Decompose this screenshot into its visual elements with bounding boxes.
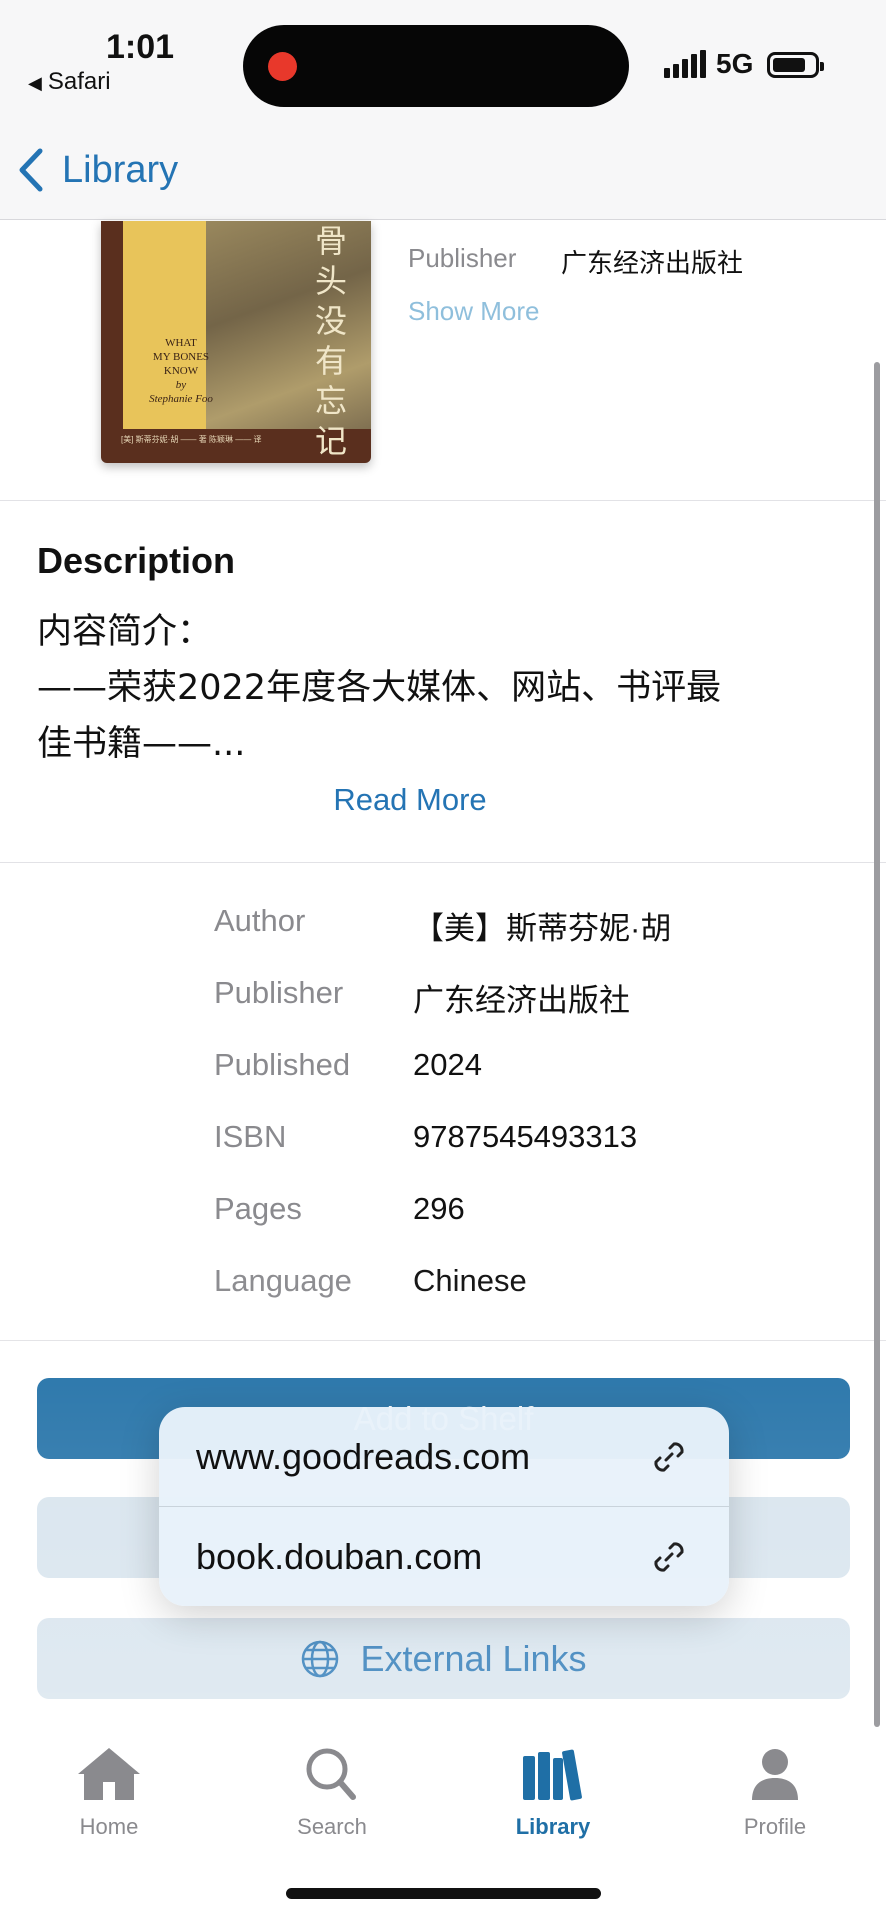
link-icon [654,1542,684,1572]
goodreads-link[interactable]: www.goodreads.com [159,1407,729,1506]
person-icon [752,1749,798,1800]
navigation-bar: Library [0,120,886,220]
divider [0,500,886,501]
goodreads-link-label: www.goodreads.com [196,1435,531,1477]
books-icon [523,1749,582,1801]
book-cover-image: 骨头没有忘记 WHAT MY BONES KNOW by Stephanie F… [101,221,371,463]
cover-title-en: WHAT MY BONES KNOW by Stephanie Foo [149,337,213,405]
back-label: Library [62,148,179,191]
tab-home[interactable]: Home [9,1730,209,1850]
tab-profile[interactable]: Profile [675,1730,875,1850]
douban-link-label: book.douban.com [196,1535,483,1577]
tab-search-label: Search [297,1814,367,1839]
back-to-app-link[interactable]: ◀ Safari [28,68,111,96]
back-app-label: Safari [47,68,111,95]
description-heading: Description [37,540,236,581]
dynamic-island [243,25,629,107]
globe-icon [302,1640,339,1677]
search-icon [306,1748,356,1800]
link-icon [654,1442,684,1472]
isbn-value: 9787545493313 [413,1119,638,1154]
cover-title-cn: 骨头没有忘记 [315,222,348,460]
tab-library-label: Library [515,1814,591,1839]
pages-label: Pages [214,1191,302,1226]
published-label: Published [214,1047,351,1082]
publisher-value: 广东经济出版社 [413,983,630,1018]
tab-home-label: Home [79,1814,139,1839]
chevron-left-icon [19,148,43,192]
published-value: 2024 [413,1047,482,1082]
pages-value: 296 [413,1191,465,1226]
language-value: Chinese [413,1263,527,1298]
language-label: Language [214,1263,352,1298]
cover-footer: [美] 斯蒂芬妮·胡 —— 著 陈颖琳 —— 译 [121,435,262,444]
recording-indicator-icon [268,52,297,81]
author-label: Author [214,903,306,938]
header-publisher-label: Publisher [408,243,517,273]
divider [0,862,886,863]
author-value: 【美】斯蒂芬妮·胡 [413,911,672,946]
library-back-button[interactable]: Library [18,142,178,198]
status-time: 1:01 [106,28,175,66]
tab-profile-label: Profile [743,1814,807,1839]
show-more-link[interactable]: Show More [408,296,540,327]
external-links-menu: www.goodreads.com book.douban.com [159,1407,729,1606]
home-indicator[interactable] [286,1888,601,1899]
description-text: 内容简介： ——荣获2022年度各大媒体、网站、书评最 佳书籍——... [37,612,722,764]
battery-icon [767,52,824,78]
header-publisher-value: 广东经济出版社 [561,248,744,278]
tab-library[interactable]: Library [453,1730,653,1850]
douban-link[interactable]: book.douban.com [159,1507,729,1606]
network-type: 5G [716,48,754,79]
divider [0,1340,886,1341]
back-triangle-icon: ◀ [28,73,42,93]
publisher-label: Publisher [214,975,344,1010]
isbn-label: ISBN [214,1119,287,1154]
external-links-button[interactable]: External Links [37,1618,850,1699]
status-bar: 1:01 ◀ Safari 5G [0,0,886,120]
read-more-button[interactable]: Read More [0,782,820,818]
external-links-label: External Links [360,1637,587,1679]
tab-search[interactable]: Search [232,1730,432,1850]
scrollbar[interactable] [874,362,880,1727]
signal-strength-icon [664,50,706,78]
home-icon [78,1748,140,1800]
